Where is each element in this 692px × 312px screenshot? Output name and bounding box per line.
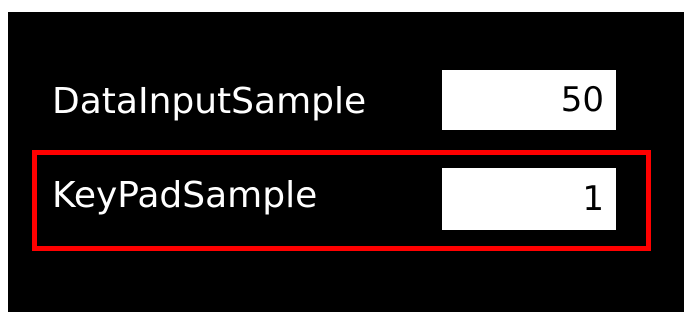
keypad-sample-field[interactable]: 1: [442, 168, 616, 230]
settings-panel: [8, 12, 684, 312]
keypad-sample-label: KeyPadSample: [52, 175, 318, 216]
data-input-sample-field[interactable]: 50: [442, 70, 616, 130]
data-input-sample-label: DataInputSample: [52, 81, 367, 122]
